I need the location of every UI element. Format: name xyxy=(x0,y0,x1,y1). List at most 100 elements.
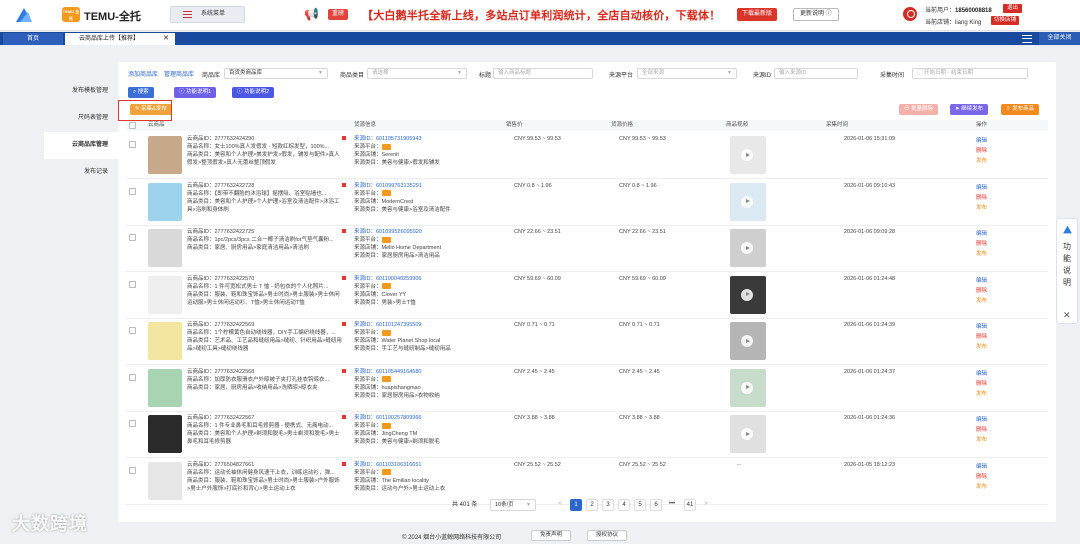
row-checkbox[interactable] xyxy=(129,141,136,148)
page-1[interactable]: 1 xyxy=(570,499,582,511)
platform-select[interactable]: 全部来源 ▼ xyxy=(637,68,737,79)
source-id[interactable]: 来源ID：601105731905943 xyxy=(354,135,504,143)
edit-link[interactable]: 编辑 xyxy=(976,276,987,286)
source-id[interactable]: 来源ID：601100040259906 xyxy=(354,275,504,283)
product-thumbnail[interactable] xyxy=(148,229,182,267)
prev-page-button[interactable]: < xyxy=(554,499,566,511)
row-checkbox[interactable] xyxy=(129,466,136,474)
delete-link[interactable]: 删除 xyxy=(976,472,987,482)
row-checkbox[interactable] xyxy=(129,373,136,381)
product-video[interactable] xyxy=(730,368,766,407)
sidebar-item-template[interactable]: 发布模板管理 xyxy=(44,78,118,105)
download-button[interactable]: 下载最新版 xyxy=(737,8,778,21)
publish-link[interactable]: 发布 xyxy=(976,249,987,259)
news-banner[interactable]: 【大白鹅半托全新上线，多站点订单利润统计，全店自动核价，下载体！ xyxy=(362,7,720,23)
play-icon[interactable] xyxy=(741,335,753,347)
source-id-input[interactable]: 输入来源ID xyxy=(774,68,858,79)
page-5[interactable]: 5 xyxy=(634,499,646,511)
source-id[interactable]: 来源ID：601099763135291 xyxy=(354,182,504,190)
play-icon[interactable] xyxy=(741,428,753,440)
publish-link[interactable]: 发布 xyxy=(976,296,987,306)
product-thumbnail[interactable] xyxy=(148,368,182,407)
sidebar-item-cloud-goods[interactable]: 云商品库管理 xyxy=(44,132,118,159)
edit-link[interactable]: 编辑 xyxy=(976,322,987,332)
title-input[interactable]: 输入商品标题 xyxy=(493,68,593,79)
delete-link[interactable]: 删除 xyxy=(976,425,987,435)
edit-link[interactable]: 编辑 xyxy=(976,369,987,379)
product-video[interactable] xyxy=(730,229,766,267)
delete-link[interactable]: 删除 xyxy=(976,146,987,156)
add-goods-link[interactable]: 添加商品库 xyxy=(128,69,158,82)
help2-button[interactable]: ⓘ 功能说明2 xyxy=(232,87,275,98)
product-video[interactable] xyxy=(730,415,766,453)
continue-publish-button[interactable]: ➤ 继续发布 xyxy=(950,104,989,115)
search-button[interactable]: ⌕ 搜索 xyxy=(128,87,154,98)
edit-link[interactable]: 编辑 xyxy=(976,462,987,472)
page-2[interactable]: 2 xyxy=(586,499,598,511)
floating-help-panel[interactable]: 功能说明 ✕ xyxy=(1056,218,1078,324)
edit-link[interactable]: 编辑 xyxy=(976,136,987,146)
product-thumbnail[interactable] xyxy=(148,275,182,314)
sidebar-item-publish-log[interactable]: 发布记录 xyxy=(44,159,118,186)
license-button[interactable]: 授权协议 xyxy=(587,530,628,541)
delete-link[interactable]: 删除 xyxy=(976,286,987,296)
row-checkbox[interactable] xyxy=(129,234,136,241)
close-icon[interactable]: ✕ xyxy=(1063,309,1071,321)
help1-button[interactable]: ⓘ 功能说明1 xyxy=(174,87,217,98)
delete-link[interactable]: 删除 xyxy=(976,332,987,342)
user-avatar-icon[interactable] xyxy=(903,7,917,21)
update-notes-button[interactable]: 更新说明 ⓘ xyxy=(793,8,839,21)
source-id[interactable]: 来源ID：601101247395509 xyxy=(354,321,504,329)
close-all-tabs-button[interactable]: 全部关闭 xyxy=(1039,32,1080,45)
tab-menu-icon[interactable] xyxy=(1022,35,1032,43)
source-id[interactable]: 来源ID：601103106316651 xyxy=(354,461,504,469)
play-icon[interactable] xyxy=(741,195,753,208)
row-checkbox[interactable] xyxy=(129,280,136,288)
page-4[interactable]: 4 xyxy=(618,499,630,511)
row-checkbox[interactable] xyxy=(129,327,136,334)
publish-link[interactable]: 发布 xyxy=(976,203,987,213)
delete-link[interactable]: 删除 xyxy=(976,239,987,249)
page-41[interactable]: 41 xyxy=(684,499,696,511)
row-checkbox[interactable] xyxy=(129,420,136,427)
page-size-select[interactable]: 10条/页 ▼ xyxy=(490,499,536,511)
publish-link[interactable]: 发布 xyxy=(976,156,987,166)
sidebar-item-size-chart[interactable]: 尺码表管理 xyxy=(44,105,118,132)
page-3[interactable]: 3 xyxy=(602,499,614,511)
product-thumbnail[interactable] xyxy=(148,461,182,500)
product-thumbnail[interactable] xyxy=(148,136,182,174)
disclaimer-button[interactable]: 免责声明 xyxy=(531,530,572,541)
goods-lib-select[interactable]: 百货类商品库 ▼ xyxy=(224,68,328,79)
manage-goods-link[interactable]: 管理商品库 xyxy=(164,69,194,82)
product-video[interactable] xyxy=(730,182,766,221)
product-thumbnail[interactable] xyxy=(148,415,182,453)
next-page-button[interactable]: > xyxy=(700,499,712,511)
edit-link[interactable]: 编辑 xyxy=(976,415,987,425)
play-icon[interactable] xyxy=(741,149,753,161)
category-select[interactable]: 请选择 ▼ xyxy=(367,68,467,79)
publish-link[interactable]: 发布 xyxy=(976,482,987,492)
close-icon[interactable]: ✕ xyxy=(163,33,169,45)
delete-link[interactable]: 删除 xyxy=(976,193,987,203)
source-id[interactable]: 来源ID：601100257809966 xyxy=(354,414,504,422)
product-video[interactable] xyxy=(730,322,766,360)
logout-button[interactable]: 退出 xyxy=(1003,4,1023,13)
page-6[interactable]: 6 xyxy=(650,499,662,511)
play-icon[interactable] xyxy=(741,381,753,394)
source-id[interactable]: 来源ID：601105449164580 xyxy=(354,368,504,376)
system-menu-button[interactable]: 系统菜单 xyxy=(170,6,245,23)
batch-delete-button[interactable]: ⊖ 批量删除 xyxy=(899,104,939,115)
edit-link[interactable]: 编辑 xyxy=(976,183,987,193)
publish-goods-button[interactable]: ⇪ 发布商品 xyxy=(1001,104,1040,115)
date-range-picker[interactable]: ▢ 开始日期 - 结束日期 xyxy=(912,68,1028,79)
publish-link[interactable]: 发布 xyxy=(976,389,987,399)
publish-link[interactable]: 发布 xyxy=(976,342,987,352)
edit-link[interactable]: 编辑 xyxy=(976,229,987,239)
product-video[interactable] xyxy=(730,136,766,174)
play-icon[interactable] xyxy=(741,242,753,254)
tab-home[interactable]: 首页 xyxy=(3,33,63,45)
product-video[interactable] xyxy=(730,275,766,314)
product-thumbnail[interactable] xyxy=(148,182,182,221)
page-ellipsis[interactable]: ••• xyxy=(666,499,678,511)
product-thumbnail[interactable] xyxy=(148,322,182,360)
